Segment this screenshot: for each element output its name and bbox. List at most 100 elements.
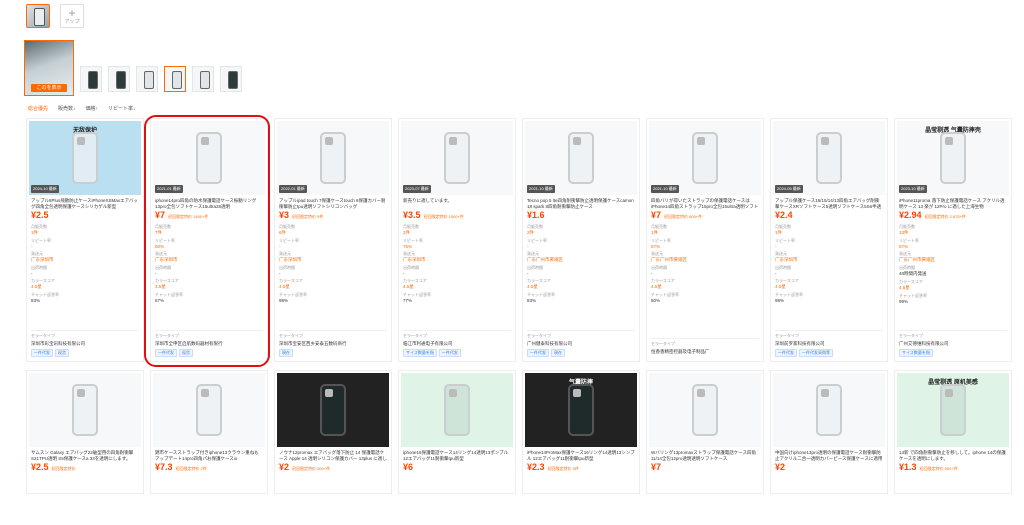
shop-name[interactable]: 广州健泰科技有限公司	[527, 341, 635, 347]
product-stats: 月販売数 2件 リピート率 75% 発送元 广东深圳市 出荷時間 - カラースコア 4.5星 チャッ…	[399, 220, 515, 305]
product-image[interactable]: 2022-01 最新	[277, 121, 389, 195]
uploaded-image-thumb[interactable]	[26, 4, 50, 28]
sort-tab-repeat[interactable]: リピート率↓	[108, 105, 136, 112]
gallery-thumb[interactable]	[80, 66, 102, 92]
product-title[interactable]: Wバリング13promaxストラップ保護電話ケース四角11/14全包12pro透…	[647, 447, 763, 462]
product-image[interactable]: 2021-10 最新	[525, 121, 637, 195]
product-card[interactable]: 錦市ケースストラップ付きiphone13クラウン重ねもアップデート14pro四角…	[150, 370, 268, 494]
product-price: ¥2.5	[31, 210, 49, 220]
shop-name[interactable]: 深圳市宝安区西乡安泰五数码商行	[279, 341, 387, 347]
product-title[interactable]: 13新 で四角耐衝撃防止を移しして。iphone 14の保護ケースを透明にします…	[895, 447, 1011, 462]
price-row: ¥1.6	[523, 210, 639, 220]
product-card[interactable]: 2022-01 最新 アップルipad touch 7保護ケースtouch 6保護…	[274, 118, 392, 362]
product-image[interactable]: 2024-05 最新	[773, 121, 885, 195]
product-card[interactable]: 2021-10 最新 Tecno pop 5 lte四角耐衝撃防止透明保護ケースc…	[522, 118, 640, 362]
product-image[interactable]	[649, 373, 761, 447]
product-title[interactable]: アップル8Plus飛散防止ケースiPhoneXSMaxエアバッグ四角全包透明保護…	[27, 195, 143, 210]
product-title[interactable]: 新売りに適しています。	[399, 195, 515, 210]
product-image[interactable]: 2021-10 最新	[649, 121, 761, 195]
gallery-main-image[interactable]: このを表示	[24, 40, 74, 96]
sort-tab-price[interactable]: 価格↑	[86, 105, 99, 112]
product-title[interactable]: iphone16保護電話ケース14リング14透明13ポンプル 12エアバッグ11…	[399, 447, 515, 462]
product-card[interactable]: 晶莹剔透 原机美感 13新 で四角耐衝撃防止を移しして。iphone 14の保護ケ…	[894, 370, 1012, 494]
price-row: ¥3.5 初回限定特价 1500+件	[399, 210, 515, 220]
stat-value: -	[527, 271, 529, 276]
product-image[interactable]	[401, 373, 513, 447]
price-row: ¥6	[399, 462, 515, 472]
stat-value: -	[775, 244, 777, 249]
product-card[interactable]: 2023-07 最新 新売りに適しています。 ¥3.5 初回限定特价 1500+件 月販…	[398, 118, 516, 362]
product-image[interactable]	[277, 373, 389, 447]
product-card[interactable]: 中国向けiphone13pro透明の保護電話ケース耐衝撃防止アクリル二合一透明カ…	[770, 370, 888, 494]
product-card[interactable]: 气囊防摔 iPhone14ProMax保護ケース16リング14透明13シンプル 1…	[522, 370, 640, 494]
product-card[interactable]: Wバリング13promaxストラップ保護電話ケース四角11/14全包12pro透…	[646, 370, 764, 494]
product-title[interactable]: サムスン Galaxy エアバッグ22破型用の四角耐衝撃S21TPU透明 S5保…	[27, 447, 143, 462]
stat-value: -	[279, 271, 281, 276]
product-image[interactable]: 晶莹剔透 原机美感	[897, 373, 1009, 447]
price-row: ¥2.3 初回限定特价 5件	[523, 462, 639, 472]
service-chips: サイズ数量を指	[899, 349, 1007, 357]
product-title[interactable]: iPhone14ProMax保護ケース16リング14透明13シンプル 12エアバ…	[523, 447, 639, 462]
product-image[interactable]	[29, 373, 141, 447]
product-title[interactable]: 中国向けiphone13pro透明の保護電話ケース耐衝撃防止アクリル二合一透明カ…	[771, 447, 887, 462]
service-chip: 一件代发	[775, 349, 797, 357]
product-title[interactable]: 錦市ケースストラップ付きiphone13クラウン重ねもアップデート14pro四角…	[151, 447, 267, 462]
shop-name[interactable]: 广州艾德维科技有限公司	[899, 341, 1007, 347]
gallery-thumb[interactable]	[136, 66, 158, 92]
plus-icon: +	[68, 5, 76, 20]
product-image[interactable]	[153, 373, 265, 447]
shop-name[interactable]: 深圳前罗家科技有限公司	[775, 341, 883, 347]
product-image[interactable]	[773, 373, 885, 447]
product-title[interactable]: アップル保護ケース16/15/14/13四角エアバッグ耐衝撃ケースXRソフトケー…	[771, 195, 887, 210]
product-card[interactable]: 2024-05 最新 アップル保護ケース16/15/14/13四角エアバッグ耐衝撃…	[770, 118, 888, 362]
shop-name[interactable]: 深圳市彩宝讯科技有限公司	[31, 341, 139, 347]
shop-name[interactable]: 临江市利通电子有限公司	[403, 341, 511, 347]
stat-value: -	[651, 271, 653, 276]
price-row: ¥2	[771, 462, 887, 472]
shop-name[interactable]: 恒香香精密控器及电子制品厂	[651, 349, 759, 355]
product-title[interactable]: ノウナ12promax エアバッグ落下防止 14 保護電話ケース Apple 1…	[275, 447, 391, 462]
add-image-button[interactable]: + アップ	[60, 4, 84, 28]
gallery-thumb[interactable]	[192, 66, 214, 92]
stat-value: 98%	[279, 298, 289, 303]
product-card[interactable]: 晶莹剔透 气囊防摔壳 2023-10 最新 iPhone11proma 落下防止保護…	[894, 118, 1012, 362]
date-badge: 2023-10 最新	[899, 185, 927, 193]
sort-tab-overall[interactable]: 総合優先	[28, 105, 48, 112]
product-price: ¥6	[403, 462, 414, 472]
stat-value: 1件	[775, 230, 783, 235]
product-image[interactable]: 2023-07 最新	[401, 121, 513, 195]
product-card[interactable]: 2021-10 最新 四角バリが得いたストラップの保護電話ケースはiPhone14…	[646, 118, 764, 362]
product-price: ¥2.5	[31, 462, 49, 472]
stat-value: 48時間内発送	[899, 271, 927, 276]
product-title[interactable]: iPhone11proma 落下防止保護電話ケース アクリル透明ケース 13 楽…	[895, 195, 1011, 210]
product-price: ¥7	[651, 462, 662, 472]
gallery-thumb[interactable]	[108, 66, 130, 92]
product-stats: 月販売数 1件 リピート率 - 発送元 广东深圳市 出荷時間 - カラースコア 4.5星 チャット返…	[771, 220, 887, 305]
product-card[interactable]: ノウナ12promax エアバッグ落下防止 14 保護電話ケース Apple 1…	[274, 370, 392, 494]
product-price: ¥2.3	[527, 462, 545, 472]
gallery-thumb[interactable]	[220, 66, 242, 92]
product-card[interactable]: iphone16保護電話ケース14リング14透明13ポンプル 12エアバッグ11…	[398, 370, 516, 494]
product-image[interactable]: 晶莹剔透 气囊防摔壳 2023-10 最新	[897, 121, 1009, 195]
product-price: ¥2.94	[899, 210, 922, 220]
sort-bar: 総合優先 販売数↓ 価格↑ リピート率↓	[28, 105, 136, 112]
price-note: 初回限定特价 800+件	[664, 214, 703, 219]
product-title[interactable]: 四角バリが得いたストラップの保護電話ケースはiPhone14四角ストラップ15p…	[647, 195, 763, 210]
shop-type-label: セラータイプ	[651, 338, 759, 347]
product-image[interactable]: 无敌保护 2024-10 最新	[29, 121, 141, 195]
product-image[interactable]: 气囊防摔	[525, 373, 637, 447]
stat-value: 广东深圳市	[403, 257, 426, 262]
price-note: 初回限定特价 500+件	[292, 466, 331, 471]
card-footer: セラータイプ 广州健泰科技有限公司 一件代发 現在	[527, 330, 635, 357]
product-cell: 气囊防摔 iPhone14ProMax保護ケース16リング14透明13シンプル 1…	[522, 370, 640, 494]
sort-tab-sales[interactable]: 販売数↓	[58, 105, 76, 112]
product-title[interactable]: Tecno pop 5 lte四角耐衝撃防止透明保護ケースcamon 18 sp…	[523, 195, 639, 210]
product-card[interactable]: サムスン Galaxy エアバッグ22破型用の四角耐衝撃S21TPU透明 S5保…	[26, 370, 144, 494]
product-card[interactable]: 无敌保护 2024-10 最新 アップル8Plus飛散防止ケースiPhoneXSMa…	[26, 118, 144, 362]
stat-value: -	[403, 271, 405, 276]
gallery-thumb-active[interactable]	[164, 66, 186, 92]
product-title[interactable]: アップルipad touch 7保護ケースtouch 6保護カバー耐衝撃防止tp…	[275, 195, 391, 210]
card-footer: セラータイプ 恒香香精密控器及电子制品厂	[651, 338, 759, 357]
stat-value: 1件	[31, 230, 39, 235]
price-note: 初回限定特价 5件	[292, 214, 324, 219]
